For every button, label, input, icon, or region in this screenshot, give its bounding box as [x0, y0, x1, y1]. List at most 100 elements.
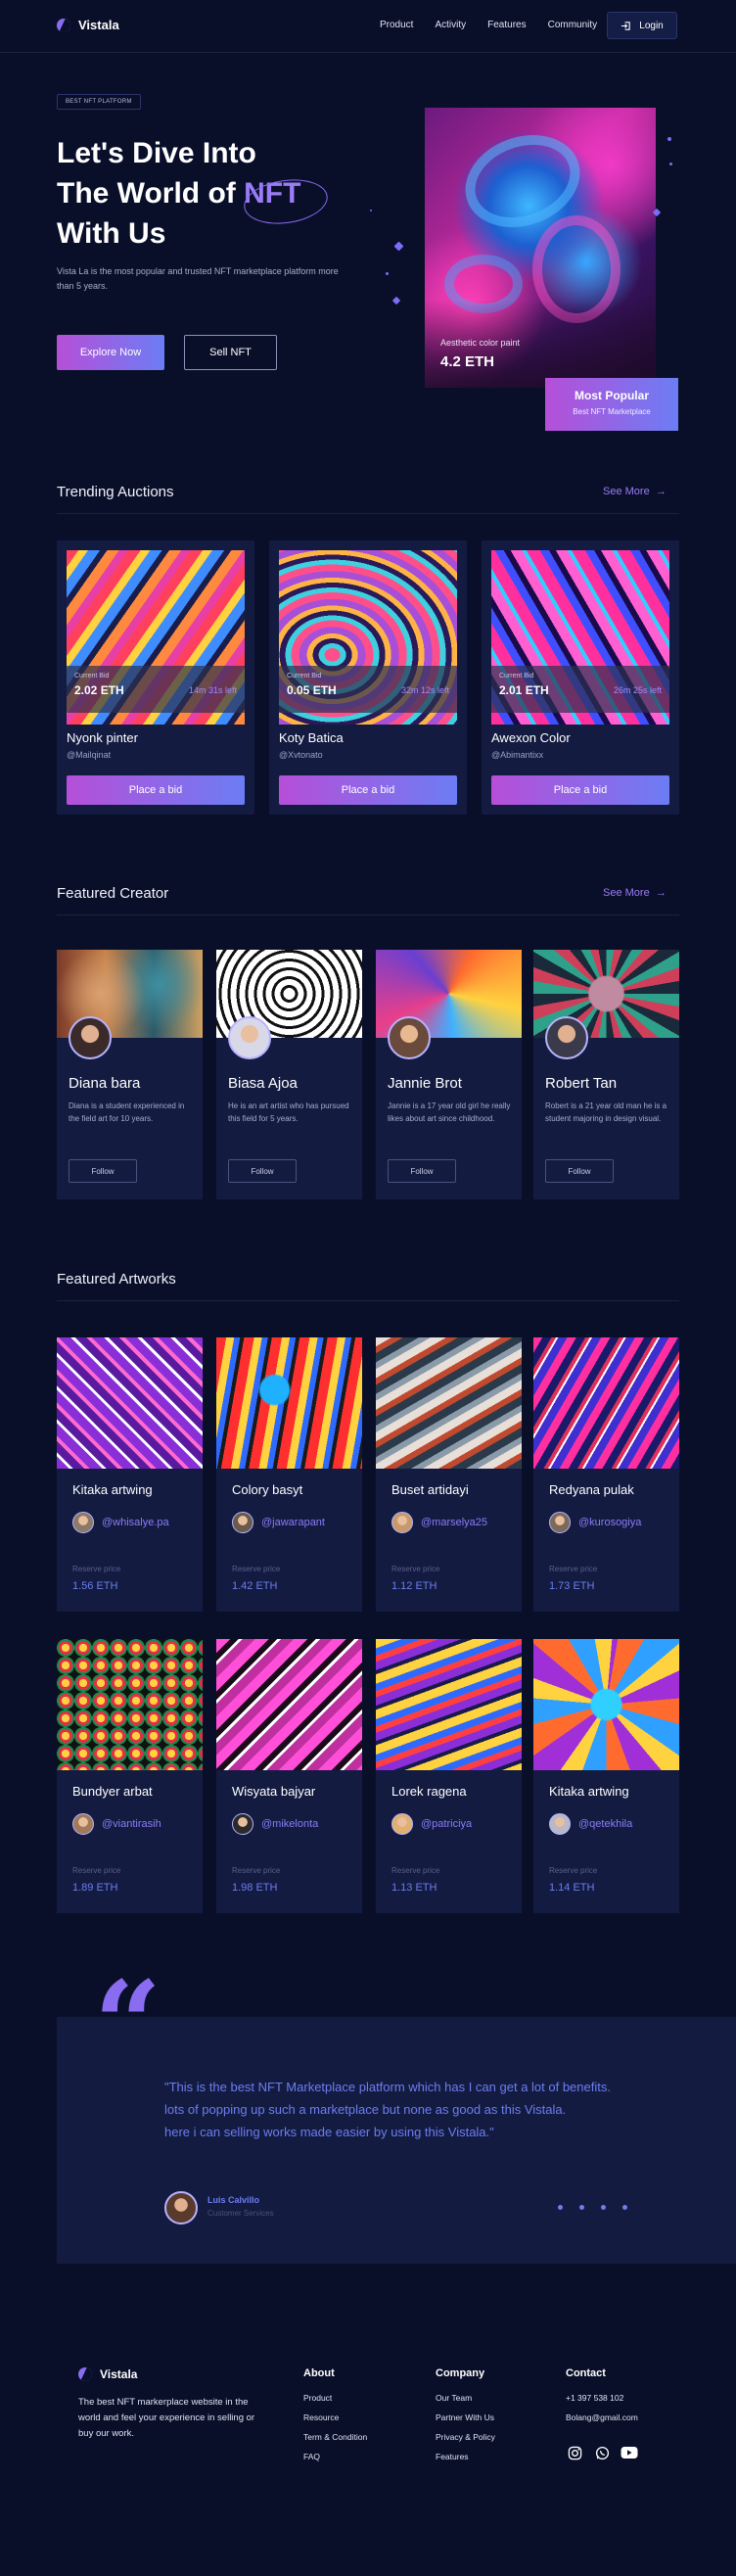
artwork-owner[interactable]: @kurosogiya	[549, 1512, 641, 1533]
whatsapp-icon[interactable]	[593, 2444, 611, 2461]
nav-link-community[interactable]: Community	[548, 20, 598, 30]
footer-link[interactable]: Product	[303, 2393, 367, 2403]
auction-user[interactable]: @Abimantixx	[491, 750, 543, 760]
auction-card[interactable]: Current Bid 0.05 ETH 32m 12s left Koty B…	[269, 540, 467, 815]
vistala-logo-icon	[78, 2367, 92, 2381]
reserve-price: 1.73 ETH	[549, 1580, 595, 1592]
artwork-owner[interactable]: @viantirasih	[72, 1813, 161, 1835]
artwork-card[interactable]: Kitaka artwing @whisalye.pa Reserve price 1…	[57, 1337, 203, 1612]
nav-link-activity[interactable]: Activity	[435, 20, 466, 30]
artwork-name: Wisyata bajyar	[232, 1784, 316, 1799]
reserve-price: 1.56 ETH	[72, 1580, 118, 1592]
creator-avatar[interactable]	[388, 1016, 431, 1059]
place-bid-button[interactable]: Place a bid	[491, 775, 669, 805]
artwork-card[interactable]: Buset artidayi @marselya25 Reserve price 1.…	[376, 1337, 522, 1612]
nav-link-product[interactable]: Product	[380, 20, 413, 30]
footer-link[interactable]: FAQ	[303, 2452, 367, 2461]
hero-title-line2: The World of NFT	[57, 173, 409, 213]
artwork-image	[216, 1639, 362, 1770]
footer-link[interactable]: Privacy & Policy	[436, 2432, 495, 2442]
hero-artwork[interactable]: Aesthetic color paint 4.2 ETH	[425, 108, 656, 388]
artwork-card[interactable]: Lorek ragena @patriciya Reserve price 1.13 …	[376, 1639, 522, 1913]
vistala-logo-icon	[57, 18, 70, 32]
artwork-owner[interactable]: @patriciya	[391, 1813, 472, 1835]
testimonial-line1: "This is the best NFT Marketplace platfo…	[164, 2080, 611, 2094]
footer-email[interactable]: Bolang@gmail.com	[566, 2412, 638, 2422]
brand-logo[interactable]: Vistala	[57, 18, 119, 32]
follow-button[interactable]: Follow	[388, 1159, 456, 1183]
auction-user[interactable]: @Mailqinat	[67, 750, 111, 760]
creator-avatar[interactable]	[69, 1016, 112, 1059]
creator-bio: Robert is a 21 year old man he is a stud…	[545, 1101, 667, 1123]
artwork-owner[interactable]: @jawarapant	[232, 1512, 325, 1533]
auction-user[interactable]: @Xvtonato	[279, 750, 323, 760]
owner-handle: @patriciya	[421, 1818, 473, 1830]
carousel-dot[interactable]	[579, 2205, 584, 2210]
artwork-card[interactable]: Kitaka artwing @qetekhila Reserve price 1.1…	[533, 1639, 679, 1913]
testimonial-role: Customer Services	[207, 2209, 274, 2218]
footer-link[interactable]: Our Team	[436, 2393, 495, 2403]
quote-icon: “	[94, 1955, 162, 2093]
artwork-name: Kitaka artwing	[549, 1784, 629, 1799]
creator-card[interactable]: Robert Tan Robert is a 21 year old man h…	[533, 950, 679, 1199]
hero-art-info: Aesthetic color paint 4.2 ETH	[440, 338, 520, 370]
auction-card[interactable]: Current Bid 2.01 ETH 26m 25s left Awexon…	[482, 540, 679, 815]
artwork-card[interactable]: Bundyer arbat @viantirasih Reserve price 1.…	[57, 1639, 203, 1913]
footer-phone[interactable]: +1 397 538 102	[566, 2393, 638, 2403]
artwork-card[interactable]: Colory basyt @jawarapant Reserve price 1.42…	[216, 1337, 362, 1612]
artwork-owner[interactable]: @marselya25	[391, 1512, 487, 1533]
owner-handle: @jawarapant	[261, 1517, 325, 1528]
creator-card[interactable]: Biasa Ajoa He is an art artist who has p…	[216, 950, 362, 1199]
reserve-price-label: Reserve price	[549, 1866, 598, 1875]
artwork-owner[interactable]: @qetekhila	[549, 1813, 632, 1835]
footer-link[interactable]: Partner With Us	[436, 2412, 495, 2422]
nav-link-features[interactable]: Features	[487, 20, 526, 30]
artwork-name: Bundyer arbat	[72, 1784, 153, 1799]
hero-art-price: 4.2 ETH	[440, 353, 495, 370]
creator-avatar[interactable]	[228, 1016, 271, 1059]
explore-now-button[interactable]: Explore Now	[57, 335, 164, 370]
creator-avatar[interactable]	[545, 1016, 588, 1059]
artwork-name: Redyana pulak	[549, 1482, 634, 1497]
trending-see-more[interactable]: See More →	[603, 486, 667, 497]
artwork-image	[57, 1639, 203, 1770]
artwork-owner[interactable]: @whisalye.pa	[72, 1512, 169, 1533]
sparkle-icon	[386, 272, 389, 275]
carousel-dot[interactable]	[622, 2205, 627, 2210]
artwork-owner[interactable]: @mikelonta	[232, 1813, 318, 1835]
place-bid-button[interactable]: Place a bid	[279, 775, 457, 805]
hero-title-line1: Let's Dive Into	[57, 137, 256, 169]
footer-contact: Contact +1 397 538 102 Bolang@gmail.com	[566, 2367, 638, 2432]
creator-card[interactable]: Jannie Brot Jannie is a 17 year old girl…	[376, 950, 522, 1199]
instagram-icon[interactable]	[566, 2444, 583, 2461]
footer-logo[interactable]: Vistala	[78, 2367, 137, 2381]
carousel-dot[interactable]	[601, 2205, 606, 2210]
login-button[interactable]: Login	[607, 12, 677, 39]
footer-link[interactable]: Resource	[303, 2412, 367, 2422]
footer-about: About Product Resource Term & Condition …	[303, 2367, 367, 2471]
owner-handle: @qetekhila	[578, 1818, 633, 1830]
follow-button[interactable]: Follow	[228, 1159, 297, 1183]
reserve-price: 1.98 ETH	[232, 1882, 278, 1894]
artwork-card[interactable]: Redyana pulak @kurosogiya Reserve price 1.7…	[533, 1337, 679, 1612]
sell-nft-button[interactable]: Sell NFT	[184, 335, 277, 370]
artwork-card[interactable]: Wisyata bajyar @mikelonta Reserve price 1.9…	[216, 1639, 362, 1913]
follow-button[interactable]: Follow	[545, 1159, 614, 1183]
youtube-icon[interactable]	[621, 2444, 638, 2461]
artworks-title: Featured Artworks	[57, 1271, 176, 1288]
owner-avatar	[232, 1512, 253, 1533]
auction-card[interactable]: Current Bid 2.02 ETH 14m 31s left Nyonk …	[57, 540, 254, 815]
follow-button[interactable]: Follow	[69, 1159, 137, 1183]
artwork-image	[216, 1337, 362, 1469]
divider	[57, 1300, 679, 1301]
place-bid-button[interactable]: Place a bid	[67, 775, 245, 805]
creator-card[interactable]: Diana bara Diana is a student experience…	[57, 950, 203, 1199]
artwork-image	[376, 1337, 522, 1469]
artwork-name: Kitaka artwing	[72, 1482, 153, 1497]
creators-see-more[interactable]: See More →	[603, 887, 667, 899]
footer-link[interactable]: Features	[436, 2452, 495, 2461]
carousel-dot[interactable]	[558, 2205, 563, 2210]
owner-handle: @whisalye.pa	[102, 1517, 169, 1528]
bid-label: Current Bid	[287, 673, 322, 679]
footer-link[interactable]: Term & Condition	[303, 2432, 367, 2442]
